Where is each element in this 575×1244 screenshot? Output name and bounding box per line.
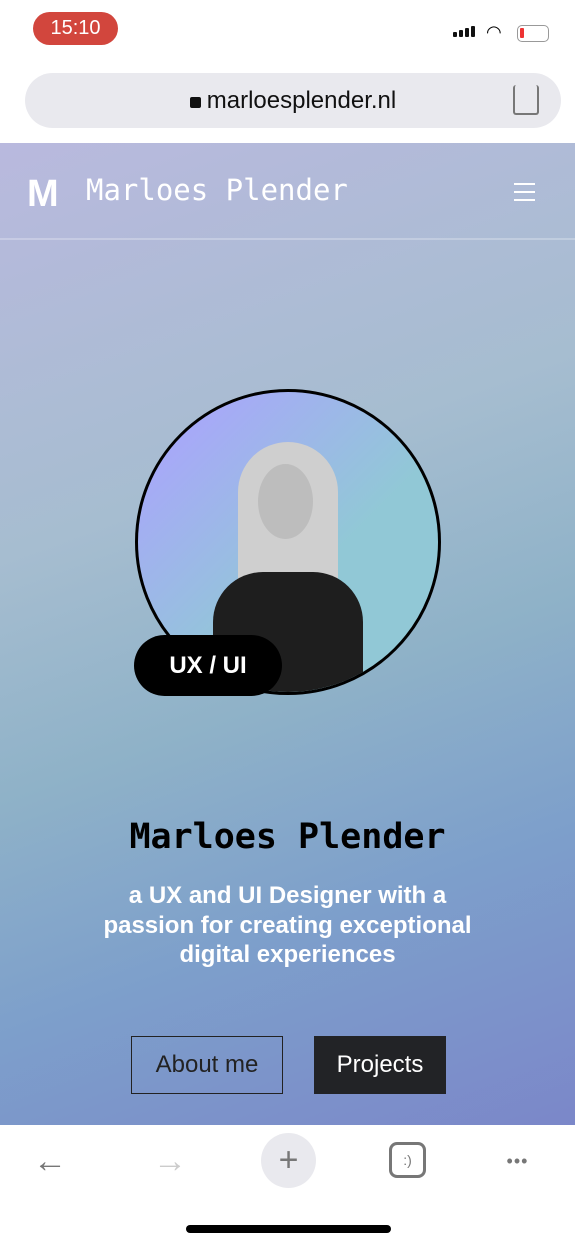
battery-icon	[517, 25, 549, 42]
hero-section: M Marloes Plender UX / UI Marloes Plende…	[0, 143, 575, 1125]
back-arrow-icon[interactable]: ←	[30, 1133, 70, 1189]
lock-icon	[189, 97, 201, 108]
cellular-signal-icon	[453, 26, 475, 37]
share-icon[interactable]	[513, 85, 539, 115]
wifi-icon: ◠	[486, 22, 502, 42]
site-brand[interactable]: Marloes Plender	[86, 173, 348, 207]
role-badge: UX / UI	[134, 635, 282, 696]
status-bar: 15:10 ◠	[0, 0, 575, 60]
url-text: marloesplender.nl	[206, 86, 397, 114]
tabs-button[interactable]: :)	[389, 1142, 426, 1178]
clock: 15:10	[33, 12, 118, 45]
home-indicator[interactable]	[186, 1225, 391, 1233]
hero-subtitle: a UX and UI Designer with a passion for …	[103, 882, 472, 968]
more-dots-icon[interactable]: •••	[495, 1133, 540, 1189]
site-header: M Marloes Plender	[0, 143, 575, 240]
hero-title: Marloes Plender	[129, 817, 446, 857]
projects-button[interactable]: Projects	[314, 1036, 446, 1094]
hamburger-menu-icon[interactable]	[514, 183, 535, 207]
forward-arrow-icon[interactable]: →	[150, 1133, 190, 1189]
site-logo[interactable]: M	[27, 173, 59, 216]
about-me-button[interactable]: About me	[131, 1036, 283, 1094]
new-tab-plus-icon[interactable]: +	[261, 1133, 316, 1188]
address-bar[interactable]: marloesplender.nl	[25, 73, 561, 128]
